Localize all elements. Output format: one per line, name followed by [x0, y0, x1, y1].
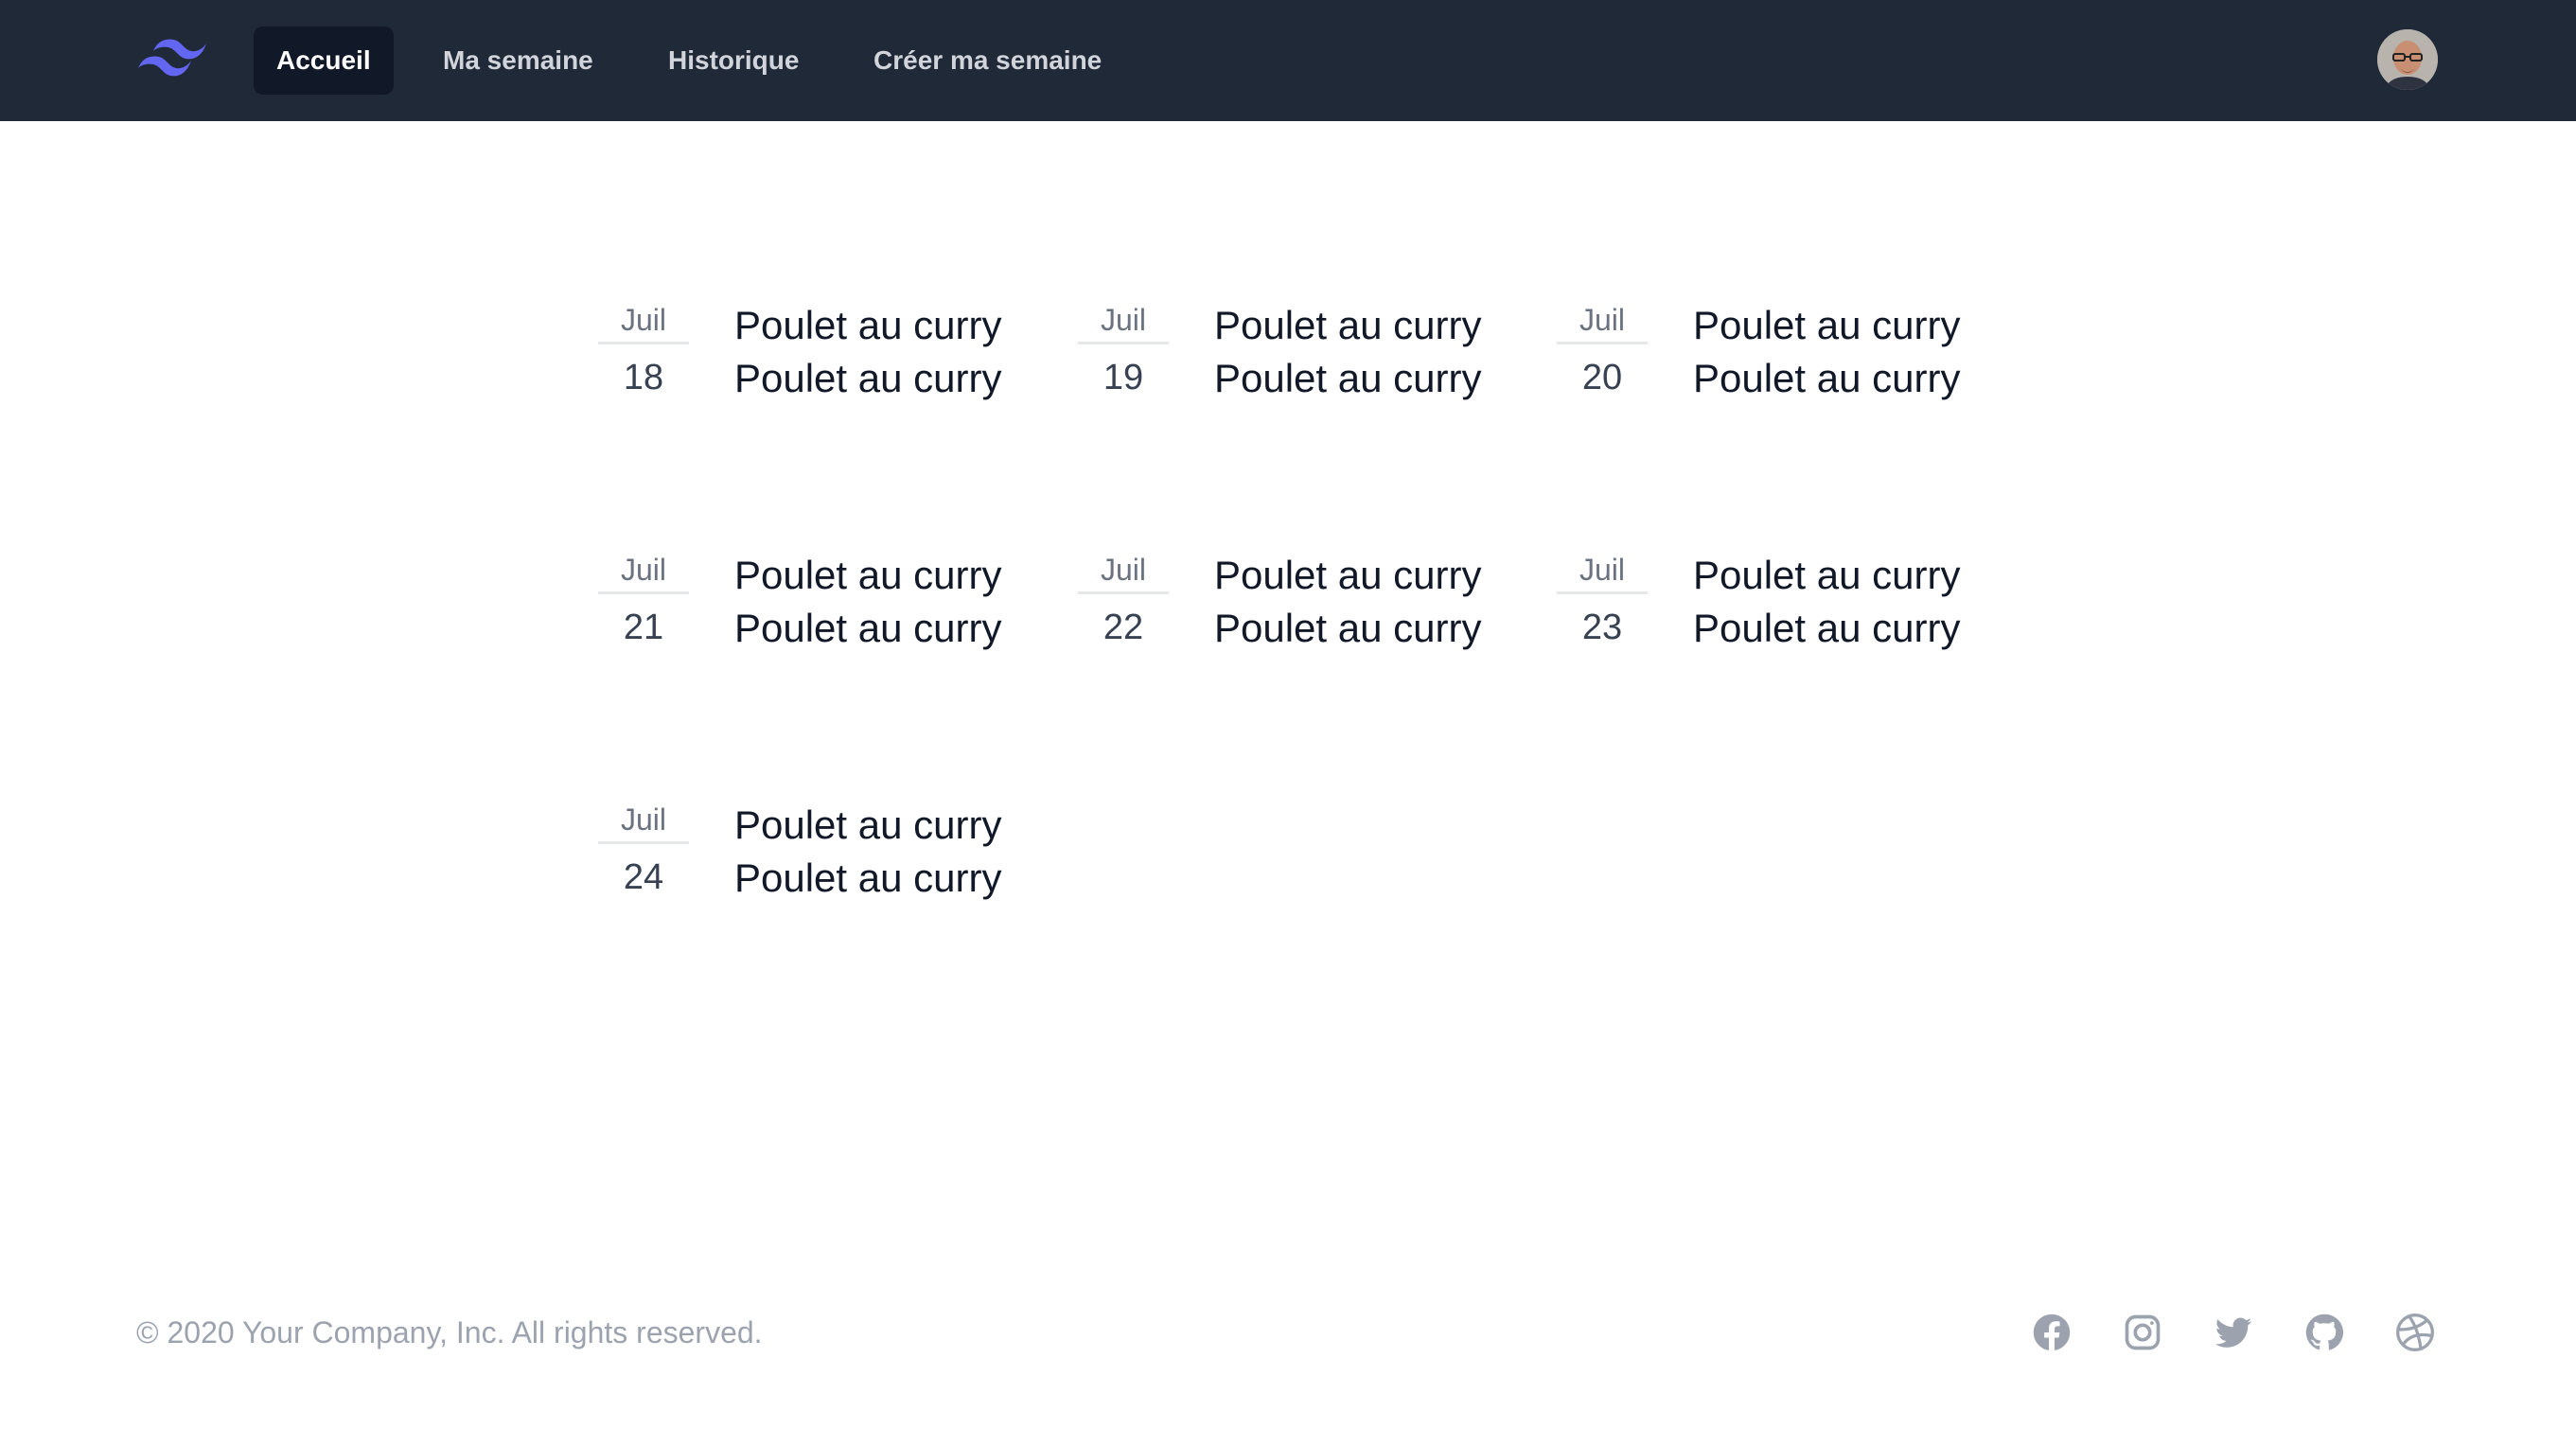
day-card: Juil 22 Poulet au curry Poulet au curry — [1078, 545, 1523, 668]
facebook-icon[interactable] — [2031, 1312, 2073, 1353]
meal-list: Poulet au curry Poulet au curry — [1214, 299, 1536, 405]
date-month: Juil — [1078, 545, 1169, 594]
meal-list: Poulet au curry Poulet au curry — [734, 299, 1056, 405]
date-month: Juil — [598, 545, 689, 594]
dribbble-icon[interactable] — [2394, 1312, 2436, 1353]
meal-item: Poulet au curry — [1214, 553, 1482, 597]
meal-item: Poulet au curry — [734, 356, 1002, 400]
meal-item: Poulet au curry — [1693, 303, 1961, 347]
date-month: Juil — [1078, 295, 1169, 344]
day-card: Juil 18 Poulet au curry Poulet au curry — [598, 295, 1043, 418]
date-badge: Juil 24 — [598, 795, 689, 910]
nav-historique[interactable]: Historique — [645, 26, 821, 95]
date-month: Juil — [1557, 295, 1648, 344]
date-badge: Juil 22 — [1078, 545, 1169, 661]
date-day: 18 — [623, 358, 664, 397]
meal-list: Poulet au curry Poulet au curry — [1693, 549, 2015, 655]
meal-item: Poulet au curry — [1693, 553, 1961, 597]
date-day: 19 — [1103, 358, 1144, 397]
nav-accueil[interactable]: Accueil — [254, 26, 394, 95]
user-avatar[interactable] — [2377, 29, 2438, 90]
date-month: Juil — [1557, 545, 1648, 594]
github-icon[interactable] — [2303, 1312, 2345, 1353]
date-badge: Juil 23 — [1557, 545, 1648, 661]
meal-list: Poulet au curry Poulet au curry — [734, 799, 1056, 905]
day-card: Juil 20 Poulet au curry Poulet au curry — [1557, 295, 2002, 418]
date-month: Juil — [598, 295, 689, 344]
meal-list: Poulet au curry Poulet au curry — [1214, 549, 1536, 655]
meal-item: Poulet au curry — [734, 553, 1002, 597]
date-badge: Juil 20 — [1557, 295, 1648, 411]
meal-item: Poulet au curry — [734, 802, 1002, 847]
meal-item: Poulet au curry — [1214, 303, 1482, 347]
meal-item: Poulet au curry — [734, 855, 1002, 900]
meal-item: Poulet au curry — [734, 303, 1002, 347]
meal-item: Poulet au curry — [1693, 356, 1961, 400]
meal-item: Poulet au curry — [734, 606, 1002, 650]
meal-item: Poulet au curry — [1693, 606, 1961, 650]
day-card: Juil 21 Poulet au curry Poulet au curry — [598, 545, 1043, 668]
day-card: Juil 23 Poulet au curry Poulet au curry — [1557, 545, 2002, 668]
date-day: 23 — [1581, 608, 1623, 647]
date-badge: Juil 21 — [598, 545, 689, 661]
top-navbar: Accueil Ma semaine Historique Créer ma s… — [0, 0, 2576, 121]
date-day: 22 — [1103, 608, 1144, 647]
date-day: 20 — [1581, 358, 1623, 397]
date-badge: Juil 19 — [1078, 295, 1169, 411]
nav-ma-semaine[interactable]: Ma semaine — [420, 26, 616, 95]
date-day: 21 — [623, 608, 664, 647]
meal-item: Poulet au curry — [1214, 356, 1482, 400]
date-day: 24 — [623, 857, 664, 897]
date-badge: Juil 18 — [598, 295, 689, 411]
meal-item: Poulet au curry — [1214, 606, 1482, 650]
meal-list: Poulet au curry Poulet au curry — [1693, 299, 2015, 405]
logo-icon[interactable] — [136, 30, 208, 83]
date-month: Juil — [598, 795, 689, 844]
day-card: Juil 24 Poulet au curry Poulet au curry — [598, 795, 1043, 918]
nav-creer-ma-semaine[interactable]: Créer ma semaine — [851, 26, 1124, 95]
copyright-text: © 2020 Your Company, Inc. All rights res… — [136, 1315, 763, 1349]
day-card: Juil 19 Poulet au curry Poulet au curry — [1078, 295, 1523, 418]
instagram-icon[interactable] — [2122, 1312, 2163, 1353]
twitter-icon[interactable] — [2213, 1312, 2254, 1353]
meal-list: Poulet au curry Poulet au curry — [734, 549, 1056, 655]
